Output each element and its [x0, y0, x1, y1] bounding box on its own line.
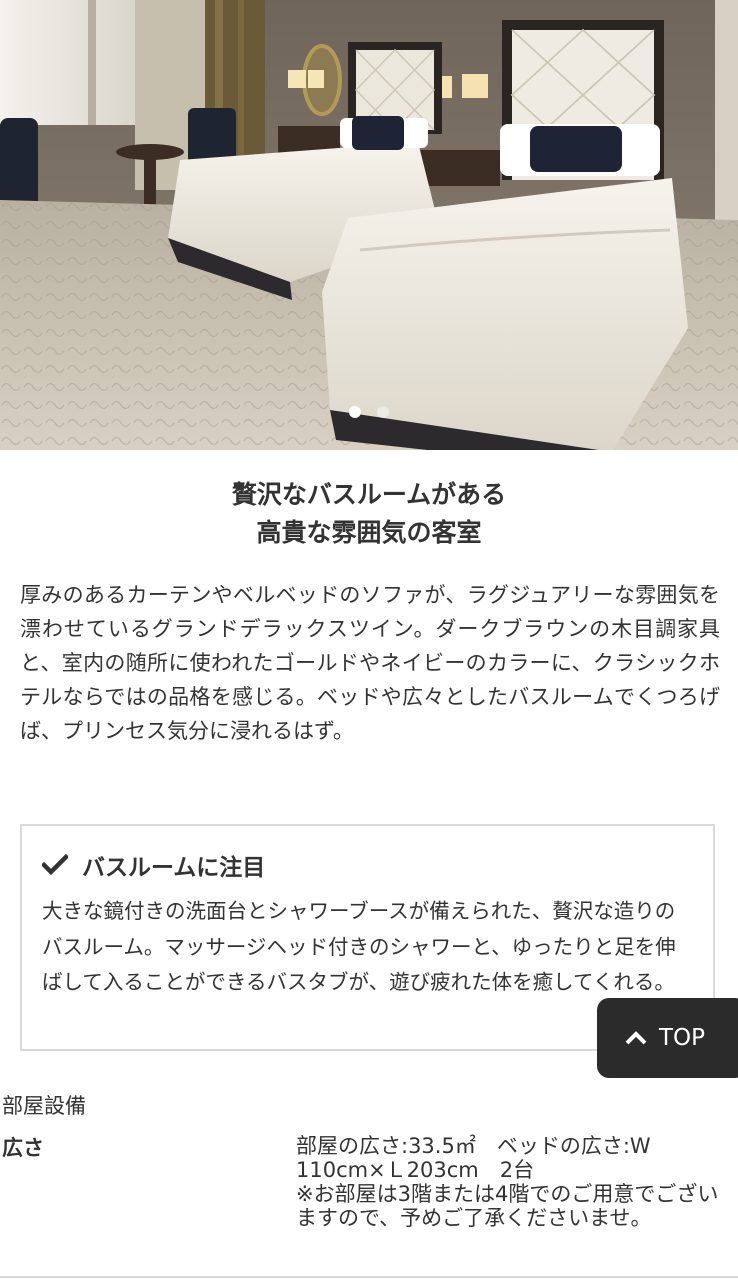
- carousel-dot-2[interactable]: [377, 406, 389, 418]
- check-icon: [42, 854, 68, 876]
- floor-note-text: ※お部屋は3階または4階でのご用意でございますので、予めご了承くださいませ。: [296, 1182, 719, 1230]
- page: 贅沢なバスルームがある 高貴な雰囲気の客室 厚みのあるカーテンやベルベッドのソフ…: [0, 0, 738, 1280]
- divider: [0, 1276, 738, 1278]
- facilities-row: 広さ 部屋の広さ:33.5㎡ ベッドの広さ:W 110cm×Ｌ203cm 2台 …: [0, 1132, 738, 1262]
- feature-box-title: バスルームに注目: [82, 855, 266, 881]
- carousel-dot-1[interactable]: [349, 406, 361, 418]
- back-to-top-button[interactable]: TOP: [597, 998, 738, 1078]
- room-description: 厚みのあるカーテンやベルベッドのソファが、ラグジュアリーな雰囲気を漂わせているグ…: [20, 583, 720, 743]
- heading-line-2: 高貴な雰囲気の客室: [256, 518, 482, 547]
- facilities-row-label: 広さ: [2, 1136, 44, 1160]
- facilities-heading: 部屋設備: [2, 1094, 86, 1118]
- section-heading: 贅沢なバスルームがある 高貴な雰囲気の客室: [0, 476, 738, 552]
- facilities-row-value: 部屋の広さ:33.5㎡ ベッドの広さ:W 110cm×Ｌ203cm 2台 ※お部…: [296, 1134, 738, 1230]
- back-to-top-label: TOP: [659, 1025, 706, 1051]
- room-size-text: 部屋の広さ:33.5㎡ ベッドの広さ:W 110cm×Ｌ203cm 2台: [296, 1134, 651, 1182]
- feature-box-title-row: バスルームに注目: [42, 848, 265, 882]
- hero-image-carousel[interactable]: [0, 0, 738, 450]
- chevron-up-icon: [625, 1031, 647, 1045]
- carousel-dots: [0, 406, 738, 418]
- heading-line-1: 贅沢なバスルームがある: [231, 480, 507, 509]
- feature-box-text: 大きな鏡付きの洗面台とシャワーブースが備えられた、贅沢な造りのバスルーム。マッサ…: [42, 899, 676, 994]
- hotel-room-photo: [0, 0, 738, 450]
